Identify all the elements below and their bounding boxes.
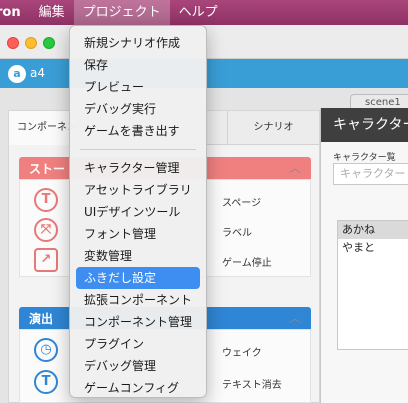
- menu-item-save[interactable]: 保存: [76, 54, 200, 76]
- text-icon: T: [34, 188, 58, 212]
- character-search-input[interactable]: キャラクター: [333, 163, 408, 185]
- minimize-window-button[interactable]: [25, 37, 37, 49]
- menu-item-asset-library[interactable]: アセットライブラリ: [76, 179, 200, 201]
- menu-item-debug-run[interactable]: デバッグ実行: [76, 98, 200, 120]
- menubar-project[interactable]: プロジェクト: [73, 0, 170, 25]
- component-label: ラベル: [222, 228, 252, 239]
- chevron-up-icon[interactable]: ︿: [289, 309, 301, 326]
- menu-item-balloon-settings[interactable]: ふきだし設定: [76, 267, 200, 289]
- character-item[interactable]: あかね: [338, 221, 408, 239]
- chevron-up-icon[interactable]: ︿: [289, 159, 301, 176]
- project-menu: 新規シナリオ作成 保存 プレビュー デバッグ実行 ゲームを書き出す キャラクター…: [69, 25, 207, 398]
- character-list-label: キャラクター覧: [333, 153, 396, 163]
- menu-item-variable-manager[interactable]: 変数管理: [76, 245, 200, 267]
- menu-item-plugins[interactable]: プラグイン: [76, 333, 200, 355]
- component-label: ゲーム停止: [222, 258, 272, 269]
- clock-icon: ◷: [34, 338, 58, 362]
- menubar-help[interactable]: ヘルプ: [170, 0, 227, 25]
- menu-item-component-manager[interactable]: コンポーネント管理: [76, 311, 200, 333]
- menu-item-new-scenario[interactable]: 新規シナリオ作成: [76, 32, 200, 54]
- character-panel: キャラクター キャラクター覧 キャラクター あかね やまと: [320, 108, 408, 403]
- character-panel-title: キャラクター: [321, 108, 408, 142]
- branch-icon: ⤧: [34, 218, 58, 242]
- character-list: あかね やまと: [337, 220, 408, 350]
- component-label: スページ: [222, 198, 262, 209]
- text-clear-icon: T: [34, 370, 58, 394]
- menu-item-export-game[interactable]: ゲームを書き出す: [76, 120, 200, 142]
- menu-item-game-config[interactable]: ゲームコンフィグ: [76, 377, 200, 399]
- menubar-app-name[interactable]: ron: [0, 0, 30, 25]
- tab-scenario[interactable]: シナリオ: [227, 111, 319, 145]
- story-section-title: ストー: [29, 162, 66, 176]
- menu-item-character-manager[interactable]: キャラクター管理: [76, 157, 200, 179]
- app-name: a4: [30, 66, 45, 80]
- menu-item-font-manager[interactable]: フォント管理: [76, 223, 200, 245]
- jump-icon: ↗: [34, 248, 58, 272]
- app-logo-icon[interactable]: a: [8, 65, 26, 83]
- menu-item-extension-components[interactable]: 拡張コンポーネント: [76, 289, 200, 311]
- menubar: ron 編集 プロジェクト ヘルプ: [0, 0, 408, 25]
- menu-item-preview[interactable]: プレビュー: [76, 76, 200, 98]
- maximize-window-button[interactable]: [43, 37, 55, 49]
- menu-separator: [80, 149, 196, 150]
- menu-item-debug-manager[interactable]: デバッグ管理: [76, 355, 200, 377]
- menu-item-ui-design-tool[interactable]: UIデザインツール: [76, 201, 200, 223]
- character-item[interactable]: やまと: [338, 239, 408, 257]
- close-window-button[interactable]: [7, 37, 19, 49]
- component-label: ウェイク: [222, 348, 262, 359]
- menubar-edit[interactable]: 編集: [30, 0, 74, 25]
- effect-section-title: 演出: [29, 312, 54, 326]
- component-label: テキスト消去: [222, 380, 282, 391]
